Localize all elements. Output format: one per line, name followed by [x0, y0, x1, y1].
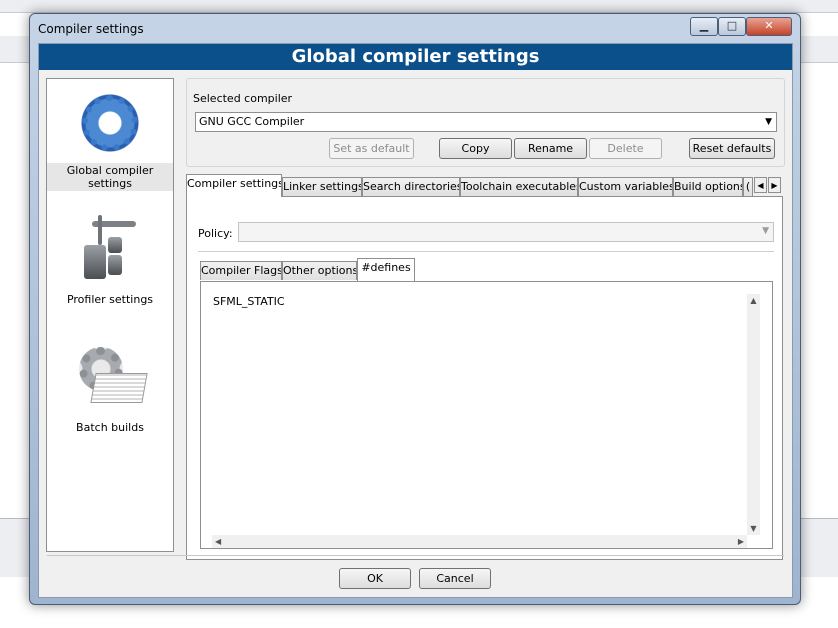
- scroll-down-icon[interactable]: ▼: [747, 524, 760, 533]
- sidebar-item-profiler-settings[interactable]: Profiler settings: [47, 215, 173, 306]
- reset-defaults-button[interactable]: Reset defaults: [689, 138, 775, 159]
- tab-defines[interactable]: #defines: [357, 258, 415, 281]
- tab-compiler-flags[interactable]: Compiler Flags: [200, 261, 282, 280]
- title-bar[interactable]: Compiler settings ▁ □ ✕: [30, 14, 800, 43]
- batch-builds-icon: [75, 345, 148, 403]
- category-list: Global compiler settings Profiler settin…: [46, 78, 174, 552]
- tab-custom-variables[interactable]: Custom variables: [578, 177, 673, 196]
- defines-text[interactable]: SFML_STATIC: [213, 295, 285, 308]
- tab-scroll-left-icon[interactable]: ◀: [754, 177, 767, 193]
- tab-scroll-right-icon[interactable]: ▶: [768, 177, 781, 193]
- tab-strip: Compiler settings Linker settings Search…: [186, 174, 783, 197]
- sidebar-item-batch-builds[interactable]: Batch builds: [47, 345, 173, 434]
- gear-icon: [78, 91, 142, 155]
- rename-button[interactable]: Rename: [514, 138, 587, 159]
- background-toolbar: [0, 0, 838, 13]
- inner-tab-strip: Compiler Flags Other options #defines: [200, 258, 775, 282]
- delete-button[interactable]: Delete: [589, 138, 662, 159]
- sidebar-item-label: Batch builds: [76, 421, 144, 434]
- tab-overflow[interactable]: (: [743, 177, 753, 196]
- tab-build-options[interactable]: Build options: [673, 177, 743, 196]
- set-as-default-button[interactable]: Set as default: [329, 138, 414, 159]
- defines-panel: SFML_STATIC ▲ ▼ ◀ ▶: [200, 281, 773, 549]
- compiler-settings-dialog: Compiler settings ▁ □ ✕ Global compiler …: [29, 13, 801, 605]
- profiler-icon: [82, 215, 138, 279]
- horizontal-scrollbar[interactable]: ◀ ▶: [212, 535, 747, 548]
- tab-toolchain-executables[interactable]: Toolchain executables: [460, 177, 578, 196]
- cancel-button[interactable]: Cancel: [419, 568, 491, 589]
- ok-button[interactable]: OK: [339, 568, 411, 589]
- window-title: Compiler settings: [38, 22, 144, 36]
- sidebar-item-label: Profiler settings: [66, 293, 154, 306]
- policy-label: Policy:: [198, 227, 233, 240]
- scroll-right-icon[interactable]: ▶: [738, 535, 744, 548]
- minimize-button[interactable]: ▁: [690, 17, 718, 36]
- dialog-client-area: Global compiler settings Global compiler…: [38, 43, 793, 598]
- maximize-button[interactable]: □: [718, 17, 746, 36]
- copy-button[interactable]: Copy: [439, 138, 512, 159]
- sidebar-item-global-compiler-settings[interactable]: Global compiler settings: [47, 91, 173, 191]
- close-button[interactable]: ✕: [746, 17, 792, 36]
- selected-compiler-label: Selected compiler: [193, 92, 293, 105]
- settings-tabs: Compiler settings Linker settings Search…: [186, 174, 783, 560]
- sidebar-item-label: Global compiler settings: [47, 163, 173, 191]
- vertical-scrollbar[interactable]: ▲ ▼: [747, 294, 760, 535]
- scroll-left-icon[interactable]: ◀: [215, 535, 221, 548]
- tab-other-options[interactable]: Other options: [282, 261, 357, 280]
- footer-divider: [47, 555, 784, 556]
- chevron-down-icon: ▼: [762, 226, 769, 236]
- compiler-select[interactable]: GNU GCC Compiler ▼: [195, 112, 777, 132]
- compiler-settings-panel: Policy: ▼ Compiler Flags Other options #…: [186, 196, 783, 560]
- tab-search-directories[interactable]: Search directories: [362, 177, 460, 196]
- divider: [198, 251, 774, 252]
- page-title: Global compiler settings: [39, 44, 792, 70]
- chevron-down-icon: ▼: [765, 117, 772, 127]
- tab-compiler-settings[interactable]: Compiler settings: [186, 174, 282, 197]
- scroll-up-icon[interactable]: ▲: [747, 296, 760, 305]
- defines-editor[interactable]: SFML_STATIC ▲ ▼ ◀ ▶: [212, 291, 760, 548]
- policy-select[interactable]: ▼: [238, 222, 774, 242]
- compiler-select-value: GNU GCC Compiler: [199, 115, 305, 128]
- tab-linker-settings[interactable]: Linker settings: [282, 177, 362, 196]
